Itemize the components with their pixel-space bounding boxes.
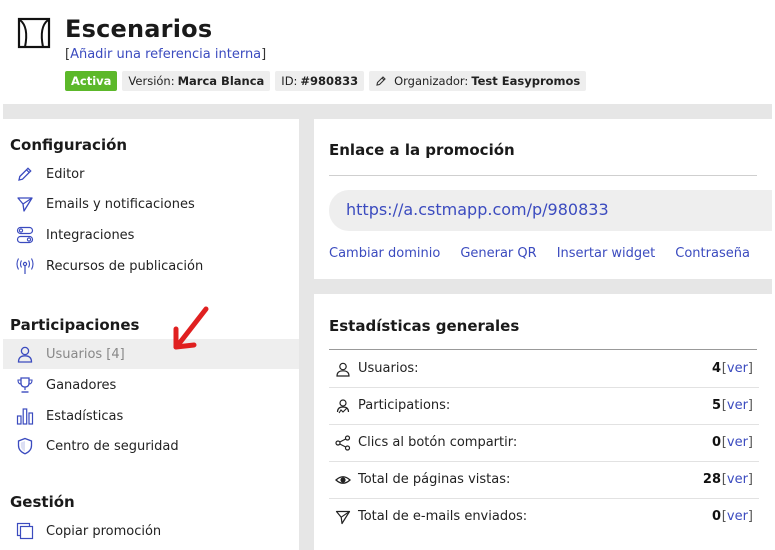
ver-close: ] (747, 472, 753, 487)
divider (329, 349, 757, 350)
pencil-icon (15, 165, 35, 183)
id-label: ID: (281, 74, 298, 88)
sidebar-item-label: Integraciones (46, 227, 135, 243)
eye-icon (334, 471, 352, 489)
general-stats-panel: Estadísticas generales Usuarios: 4 [ver]… (314, 294, 772, 550)
shield-icon (15, 437, 35, 455)
version-label: Versión: (128, 74, 175, 88)
promotion-url-field[interactable]: https://a.cstmapp.com/p/980833 (329, 190, 772, 231)
ver-link[interactable]: ver (727, 435, 748, 450)
stat-value: 28 (702, 472, 721, 487)
broadcast-icon (15, 257, 35, 275)
copy-icon (15, 522, 35, 540)
stat-row-emails-sent: Total de e-mails enviados: 0 [ver] (329, 499, 759, 536)
stat-label: Usuarios: (358, 361, 419, 376)
sidebar-item-label: Usuarios [4] (46, 346, 125, 362)
participations-icon (334, 397, 352, 415)
theater-stage-icon (17, 17, 51, 49)
add-internal-reference-link[interactable]: Añadir una referencia interna (70, 47, 261, 62)
sidebar-item-usuarios[interactable]: Usuarios [4] (3, 339, 299, 369)
sidebar-item-editor[interactable]: Editor (3, 159, 299, 189)
bar-chart-icon (15, 407, 35, 425)
link-actions: Cambiar dominio Generar QR Insertar widg… (329, 246, 750, 261)
app-frame: Escenarios [Añadir una referencia intern… (3, 3, 772, 550)
user-icon (334, 360, 352, 378)
sidebar-item-label: Copiar promoción (46, 523, 162, 539)
stat-row-share-clicks: Clics al botón compartir: 0 [ver] (329, 425, 759, 462)
ver-link[interactable]: ver (727, 361, 748, 376)
insert-widget-link[interactable]: Insertar widget (557, 246, 656, 261)
send-icon (334, 508, 352, 526)
stat-value: 5 (711, 398, 721, 413)
sidebar-item-ganadores[interactable]: Ganadores (3, 370, 299, 400)
sidebar-item-label: Editor (46, 166, 85, 182)
version-value: Marca Blanca (177, 74, 265, 88)
promotion-link-panel: Enlace a la promoción https://a.cstmapp.… (314, 119, 772, 279)
sidebar-item-label: Estadísticas (46, 408, 124, 424)
sidebar: Configuración Editor Emails y notificaci… (3, 119, 299, 550)
section-title-gestion: Gestión (10, 493, 75, 511)
id-value: #980833 (300, 74, 359, 88)
sidebar-item-label: Recursos de publicación (46, 258, 204, 274)
ver-link-wrap: [ver] (722, 472, 753, 487)
stat-label: Total de e-mails enviados: (358, 509, 528, 524)
sidebar-item-label: Emails y notificaciones (46, 196, 195, 212)
id-badge: ID: #980833 (275, 71, 365, 91)
ver-link-wrap: [ver] (722, 398, 753, 413)
sidebar-item-copiar-promocion[interactable]: Copiar promoción (3, 516, 299, 546)
send-icon (15, 195, 35, 213)
stat-value: 0 (711, 509, 721, 524)
stat-label: Clics al botón compartir: (358, 435, 518, 450)
organizer-value: Test Easypromos (471, 74, 581, 88)
trophy-icon (15, 376, 35, 394)
sidebar-item-emails[interactable]: Emails y notificaciones (3, 189, 299, 219)
promotion-header: Escenarios [Añadir una referencia intern… (3, 3, 772, 104)
password-link[interactable]: Contraseña (675, 246, 750, 261)
status-badge: Activa (65, 71, 118, 91)
promotion-url[interactable]: https://a.cstmapp.com/p/980833 (346, 200, 609, 219)
version-badge: Versión: Marca Blanca (122, 71, 271, 91)
stat-label: Total de páginas vistas: (358, 472, 511, 487)
sidebar-item-estadisticas[interactable]: Estadísticas (3, 401, 299, 431)
organizer-badge: Organizador: Test Easypromos (369, 71, 587, 91)
stat-row-participations: Participations: 5 [ver] (329, 388, 759, 425)
sidebar-item-recursos[interactable]: Recursos de publicación (3, 251, 299, 281)
ver-close: ] (747, 361, 753, 376)
stat-row-page-views: Total de páginas vistas: 28 [ver] (329, 462, 759, 499)
toggles-icon (15, 226, 35, 244)
ver-close: ] (747, 509, 753, 524)
sidebar-item-centro-seguridad[interactable]: Centro de seguridad (3, 431, 299, 461)
stat-value: 4 (711, 361, 721, 376)
sidebar-item-integraciones[interactable]: Integraciones (3, 220, 299, 250)
divider (329, 175, 757, 176)
ver-link[interactable]: ver (727, 472, 748, 487)
ver-link-wrap: [ver] (722, 361, 753, 376)
ver-link[interactable]: ver (727, 398, 748, 413)
section-title-configuracion: Configuración (10, 136, 128, 154)
ver-link[interactable]: ver (727, 509, 748, 524)
stat-label: Participations: (358, 398, 451, 413)
generate-qr-link[interactable]: Generar QR (460, 246, 536, 261)
ver-link-wrap: [ver] (722, 509, 753, 524)
stats-panel-title: Estadísticas generales (329, 317, 520, 335)
ver-close: ] (747, 398, 753, 413)
ver-close: ] (747, 435, 753, 450)
user-icon (15, 345, 35, 363)
section-title-participaciones: Participaciones (10, 316, 140, 334)
annotation-arrow (168, 303, 216, 355)
stat-row-usuarios: Usuarios: 4 [ver] (329, 351, 759, 388)
sidebar-item-label: Ganadores (46, 377, 117, 393)
pencil-icon (375, 75, 387, 87)
sidebar-item-label: Centro de seguridad (46, 438, 179, 454)
link-panel-title: Enlace a la promoción (329, 141, 515, 159)
page-title: Escenarios (65, 15, 213, 43)
share-icon (334, 434, 352, 452)
ver-link-wrap: [ver] (722, 435, 753, 450)
ref-bracket-close: ] (261, 47, 267, 62)
stat-value: 0 (711, 435, 721, 450)
promotion-badges: Activa Versión: Marca Blanca ID: #980833… (65, 71, 587, 91)
organizer-label: Organizador: (394, 74, 469, 88)
internal-reference: [Añadir una referencia interna] (65, 47, 266, 62)
change-domain-link[interactable]: Cambiar dominio (329, 246, 440, 261)
